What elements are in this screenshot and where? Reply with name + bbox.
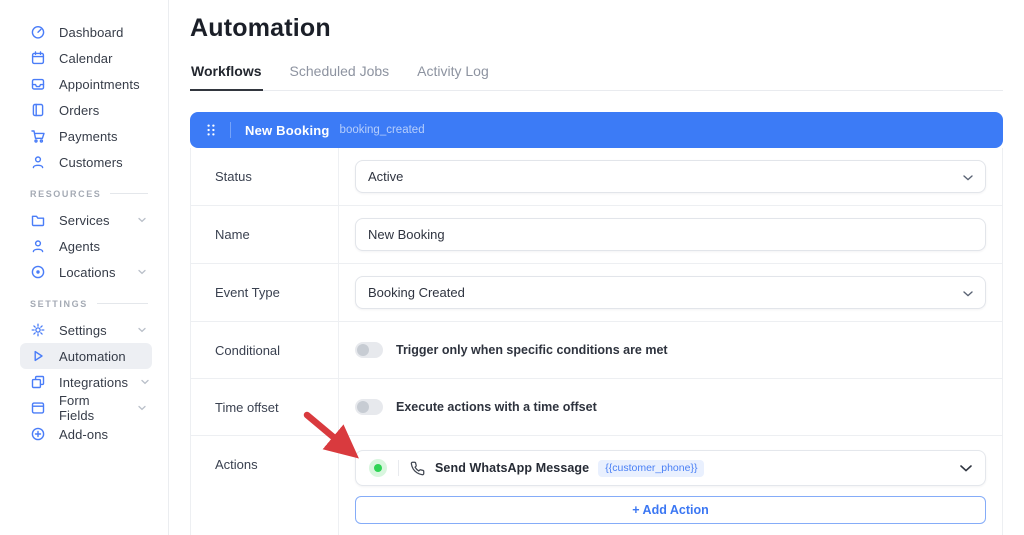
- workflow-name: New Booking: [245, 122, 330, 138]
- main-content: Automation Workflows Scheduled Jobs Acti…: [190, 0, 1003, 535]
- sidebar-item-label: Appointments: [59, 76, 140, 92]
- sidebar-item-agents[interactable]: Agents: [20, 233, 152, 259]
- sidebar-item-label: Dashboard: [59, 24, 124, 40]
- status-label: Status: [191, 148, 339, 205]
- row-name: Name: [191, 206, 1002, 264]
- sidebar-item-locations[interactable]: Locations: [20, 259, 152, 285]
- chevron-down-icon: [960, 464, 972, 472]
- sidebar-item-label: Services: [59, 212, 110, 228]
- gauge-icon: [30, 24, 46, 40]
- chevron-down-icon: [138, 269, 146, 275]
- chevron-down-icon: [138, 405, 146, 411]
- row-time-offset: Time offset Execute actions with a time …: [191, 379, 1002, 436]
- actions-label: Actions: [191, 436, 339, 535]
- conditional-toggle-text: Trigger only when specific conditions ar…: [396, 343, 668, 357]
- sidebar-item-label: Customers: [59, 154, 123, 170]
- workflow-header-bar[interactable]: New Booking booking_created: [190, 112, 1003, 148]
- row-conditional: Conditional Trigger only when specific c…: [191, 322, 1002, 379]
- divider: [230, 122, 231, 138]
- sidebar-item-label: Calendar: [59, 50, 113, 66]
- sidebar-item-calendar[interactable]: Calendar: [20, 45, 152, 71]
- chevron-down-icon: [963, 169, 973, 184]
- status-select[interactable]: Active: [355, 160, 986, 193]
- sidebar-item-label: Locations: [59, 264, 116, 280]
- chevron-down-icon: [138, 327, 146, 333]
- workflow-settings-table: Status Active Name New Booking Event Typ…: [190, 148, 1003, 535]
- conditional-toggle[interactable]: [355, 342, 383, 358]
- book-icon: [30, 102, 46, 118]
- sidebar-item-orders[interactable]: Orders: [20, 97, 152, 123]
- sidebar: Dashboard Calendar Appointments Orders P: [0, 0, 169, 535]
- sidebar-item-form-fields[interactable]: Form Fields: [20, 393, 152, 423]
- tab-scheduled-jobs[interactable]: Scheduled Jobs: [289, 61, 391, 91]
- app-screen: Dashboard Calendar Appointments Orders P: [0, 0, 1024, 535]
- name-input[interactable]: [355, 218, 986, 251]
- action-title: Send WhatsApp Message: [435, 461, 590, 475]
- sidebar-item-payments[interactable]: Payments: [20, 123, 152, 149]
- event-type-select[interactable]: Booking Created: [355, 276, 986, 309]
- sidebar-item-label: Settings: [59, 322, 107, 338]
- drag-handle-icon[interactable]: [204, 121, 218, 139]
- name-label: Name: [191, 206, 339, 263]
- calendar-icon: [30, 50, 46, 66]
- sidebar-item-label: Integrations: [59, 374, 129, 390]
- chevron-down-icon: [141, 379, 149, 385]
- tab-activity-log[interactable]: Activity Log: [416, 61, 490, 91]
- chevron-down-icon: [138, 217, 146, 223]
- row-actions: Actions Send WhatsApp Message {{customer…: [191, 436, 1002, 535]
- time-offset-toggle-text: Execute actions with a time offset: [396, 400, 597, 414]
- sidebar-item-dashboard[interactable]: Dashboard: [20, 19, 152, 45]
- inbox-icon: [30, 76, 46, 92]
- add-action-button[interactable]: + Add Action: [355, 496, 986, 524]
- row-status: Status Active: [191, 148, 1002, 206]
- sidebar-item-label: Payments: [59, 128, 118, 144]
- sidebar-section-settings: SETTINGS: [30, 296, 148, 311]
- event-type-select-value: Booking Created: [368, 285, 465, 300]
- play-icon: [30, 348, 46, 364]
- sidebar-item-services[interactable]: Services: [20, 207, 152, 233]
- conditional-label: Conditional: [191, 322, 339, 378]
- row-event-type: Event Type Booking Created: [191, 264, 1002, 322]
- sidebar-item-automation[interactable]: Automation: [20, 343, 152, 369]
- window-icon: [30, 400, 46, 416]
- sidebar-item-add-ons[interactable]: Add-ons: [20, 421, 152, 447]
- sidebar-item-label: Automation: [59, 348, 126, 364]
- sidebar-item-settings[interactable]: Settings: [20, 317, 152, 343]
- person-icon: [30, 238, 46, 254]
- action-item-whatsapp[interactable]: Send WhatsApp Message {{customer_phone}}: [355, 450, 986, 486]
- workflow-event-code: booking_created: [339, 124, 425, 136]
- cart-icon: [30, 128, 46, 144]
- sidebar-item-label: Agents: [59, 238, 101, 254]
- status-dot-halo: [369, 459, 387, 477]
- phone-icon: [410, 461, 425, 476]
- tab-workflows[interactable]: Workflows: [190, 61, 263, 91]
- person-icon: [30, 154, 46, 170]
- action-variable-badge: {{customer_phone}}: [598, 459, 705, 477]
- sidebar-item-customers[interactable]: Customers: [20, 149, 152, 175]
- sidebar-item-integrations[interactable]: Integrations: [20, 369, 152, 395]
- folder-icon: [30, 212, 46, 228]
- plus-circle-icon: [30, 426, 46, 442]
- active-status-dot: [374, 464, 382, 472]
- sidebar-item-label: Form Fields: [59, 393, 95, 423]
- status-select-value: Active: [368, 169, 404, 184]
- chevron-down-icon: [963, 285, 973, 300]
- page-title: Automation: [190, 14, 331, 42]
- integrations-icon: [30, 374, 46, 390]
- sidebar-item-label: Orders: [59, 102, 100, 118]
- divider: [398, 460, 399, 476]
- sidebar-section-resources: RESOURCES: [30, 186, 148, 201]
- location-target-icon: [30, 264, 46, 280]
- add-action-label: + Add Action: [632, 503, 709, 517]
- tab-bar: Workflows Scheduled Jobs Activity Log: [190, 61, 1003, 91]
- gear-icon: [30, 322, 46, 338]
- time-offset-label: Time offset: [191, 379, 339, 435]
- sidebar-item-label: Add-ons: [59, 426, 109, 442]
- time-offset-toggle[interactable]: [355, 399, 383, 415]
- event-type-label: Event Type: [191, 264, 339, 321]
- sidebar-item-appointments[interactable]: Appointments: [20, 71, 152, 97]
